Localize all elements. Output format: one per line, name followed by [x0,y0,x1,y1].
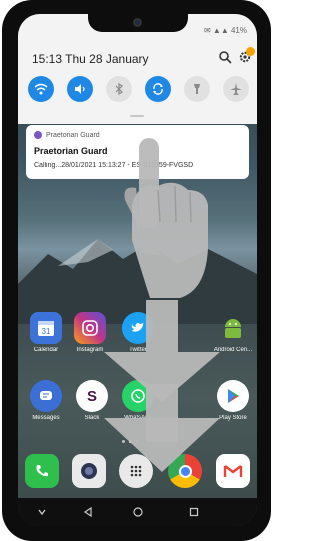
notification-card[interactable]: Praetorian Guard Praetorian Guard Callin… [26,125,249,179]
flashlight-icon [194,84,200,94]
auto-rotate-icon [153,83,163,95]
notch [88,14,188,32]
chevron-down-icon[interactable] [36,506,48,518]
svg-text:31: 31 [42,327,51,336]
home-icon[interactable] [132,506,144,518]
app-play-store[interactable]: Play Store [211,380,255,421]
app-instagram[interactable]: Instagram [68,312,112,353]
navigation-bar [18,498,257,526]
page-dot [136,440,139,443]
app-label: Calendar [33,347,59,353]
calendar-icon: 31 [30,312,62,344]
qs-bluetooth-toggle[interactable] [106,76,132,102]
qs-sound-toggle[interactable] [67,76,93,102]
gmail-icon [216,454,250,488]
app-messages[interactable]: Messages [24,380,68,421]
notification-app-header: Praetorian Guard [34,131,100,139]
instagram-icon [74,312,106,344]
back-icon[interactable] [82,506,94,518]
page-dot-active [129,440,132,443]
dock-chrome[interactable] [163,454,207,488]
whatsapp-icon [122,380,154,412]
notification-title: Praetorian Guard [34,146,108,156]
screen: ✉ ▲▲ 41% 15:13 Thu 28 January Praetorian… [18,14,257,526]
qs-auto-rotate-toggle[interactable] [145,76,171,102]
app-label: Twitter [129,347,147,353]
front-camera [133,18,142,27]
phone-icon [25,454,59,488]
qs-flashlight-toggle[interactable] [184,76,210,102]
dock-camera[interactable] [67,454,111,488]
messages-icon [30,380,62,412]
app-calendar[interactable]: 31 Calendar [24,312,68,353]
shade-drag-handle[interactable] [130,115,144,117]
app-whatsapp[interactable]: WhatsApp [116,380,160,421]
camera-icon [72,454,106,488]
app-slack[interactable]: S Slack [70,380,114,421]
app-label: Instagram [76,347,104,353]
airplane-icon [230,83,242,95]
recents-icon[interactable] [188,506,200,518]
page-dot [122,440,125,443]
wallpaper-mountains [18,239,257,324]
qs-airplane-toggle[interactable] [223,76,249,102]
status-indicators: ✉ ▲▲ 41% [204,26,247,35]
play-store-icon [217,380,249,412]
app-label: Messages [32,415,60,421]
slack-icon: S [76,380,108,412]
chrome-icon [168,454,202,488]
dock-phone[interactable] [20,454,64,488]
qs-wifi-toggle[interactable] [28,76,54,102]
dock-gmail[interactable] [211,454,255,488]
notification-app-name: Praetorian Guard [46,131,100,139]
svg-text:S: S [87,388,97,405]
app-label: Play Store [219,415,247,421]
bluetooth-icon [115,82,123,96]
app-drawer-icon [119,454,153,488]
wifi-icon [34,83,48,95]
notification-text: Calling...28/01/2021 15:13:27 - ES-01235… [34,162,194,169]
twitter-icon [122,312,154,344]
app-twitter[interactable]: Twitter [116,312,160,353]
speaker-icon [75,84,85,94]
app-label: Android Cen... [213,347,253,353]
praetorian-app-icon [34,131,42,139]
dock-app-drawer[interactable] [114,454,158,488]
app-android-central[interactable]: Android Cen... [211,312,255,353]
android-icon [217,312,249,344]
app-label: WhatsApp [124,415,152,421]
settings-badge [246,47,255,56]
shade-datetime: 15:13 Thu 28 January [32,52,149,66]
search-icon[interactable] [218,50,232,64]
app-label: Slack [84,415,100,421]
page-indicator [122,440,139,443]
